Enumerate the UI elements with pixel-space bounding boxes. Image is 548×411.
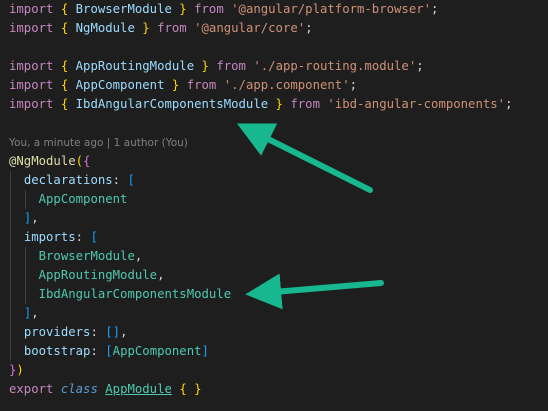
arrow-to-imports-entry <box>245 273 384 310</box>
arrow-to-import <box>236 123 373 193</box>
annotation-arrows <box>236 123 384 310</box>
